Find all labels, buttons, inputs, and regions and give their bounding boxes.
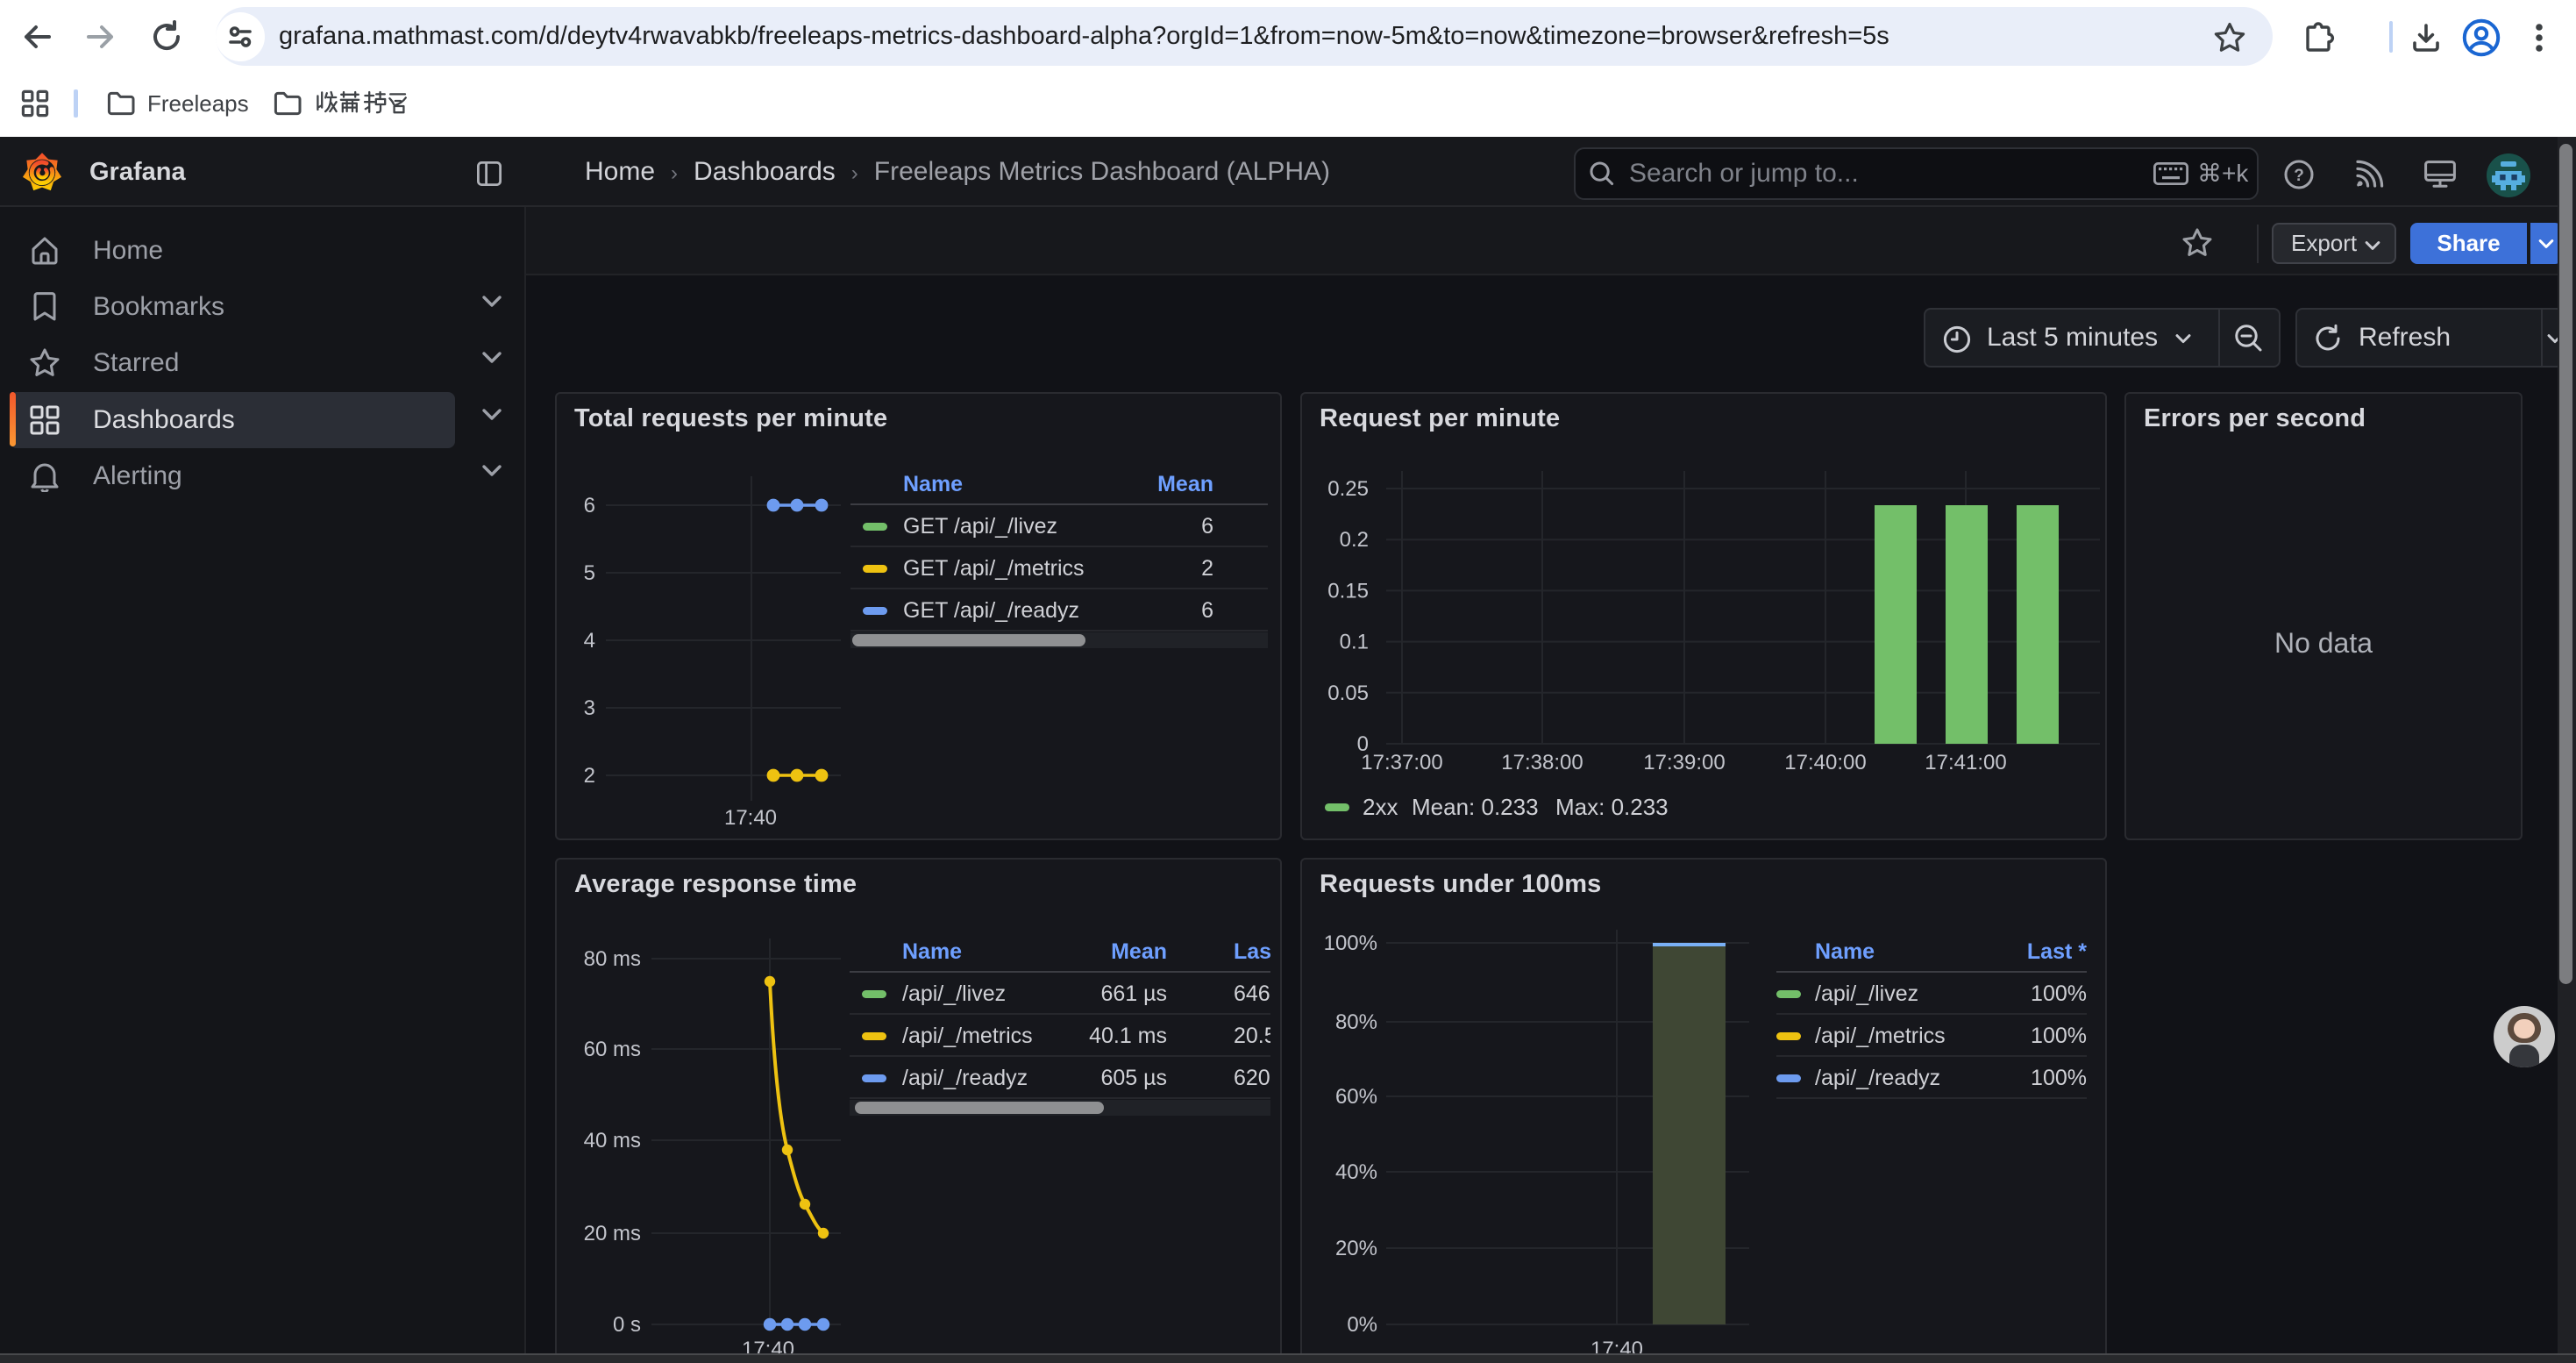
svg-text:40 ms: 40 ms (584, 1129, 641, 1152)
svg-text:0.1: 0.1 (1340, 631, 1369, 654)
svg-text:0.05: 0.05 (1327, 682, 1369, 705)
svg-text:17:40:00: 17:40:00 (1784, 751, 1866, 774)
svg-text:100%: 100% (1324, 931, 1377, 955)
svg-text:4: 4 (584, 629, 595, 653)
svg-text:17:41:00: 17:41:00 (1925, 751, 2006, 774)
svg-text:0%: 0% (1347, 1313, 1377, 1337)
svg-text:3: 3 (584, 696, 595, 720)
svg-text:Max: 0.233: Max: 0.233 (1555, 794, 1669, 820)
svg-text:0.15: 0.15 (1327, 579, 1369, 603)
svg-text:60 ms: 60 ms (584, 1038, 641, 1061)
svg-text:80%: 80% (1335, 1010, 1377, 1034)
svg-text:17:39:00: 17:39:00 (1643, 751, 1725, 774)
svg-text:80 ms: 80 ms (584, 947, 641, 971)
svg-text:5: 5 (584, 561, 595, 585)
svg-text:2xx: 2xx (1363, 794, 1398, 820)
svg-text:60%: 60% (1335, 1085, 1377, 1109)
svg-text:20 ms: 20 ms (584, 1222, 641, 1245)
svg-text:0.25: 0.25 (1327, 477, 1369, 501)
svg-text:17:38:00: 17:38:00 (1501, 751, 1583, 774)
svg-text:Mean: 0.233: Mean: 0.233 (1412, 794, 1539, 820)
svg-text:0 s: 0 s (613, 1313, 641, 1337)
svg-text:2: 2 (584, 764, 595, 788)
svg-text:40%: 40% (1335, 1160, 1377, 1184)
svg-text:20%: 20% (1335, 1237, 1377, 1260)
svg-text:?: ? (2294, 167, 2304, 185)
svg-text:6: 6 (584, 494, 595, 517)
svg-text:17:37:00: 17:37:00 (1361, 751, 1442, 774)
svg-text:0.2: 0.2 (1340, 528, 1369, 552)
svg-text:17:40: 17:40 (724, 806, 777, 830)
